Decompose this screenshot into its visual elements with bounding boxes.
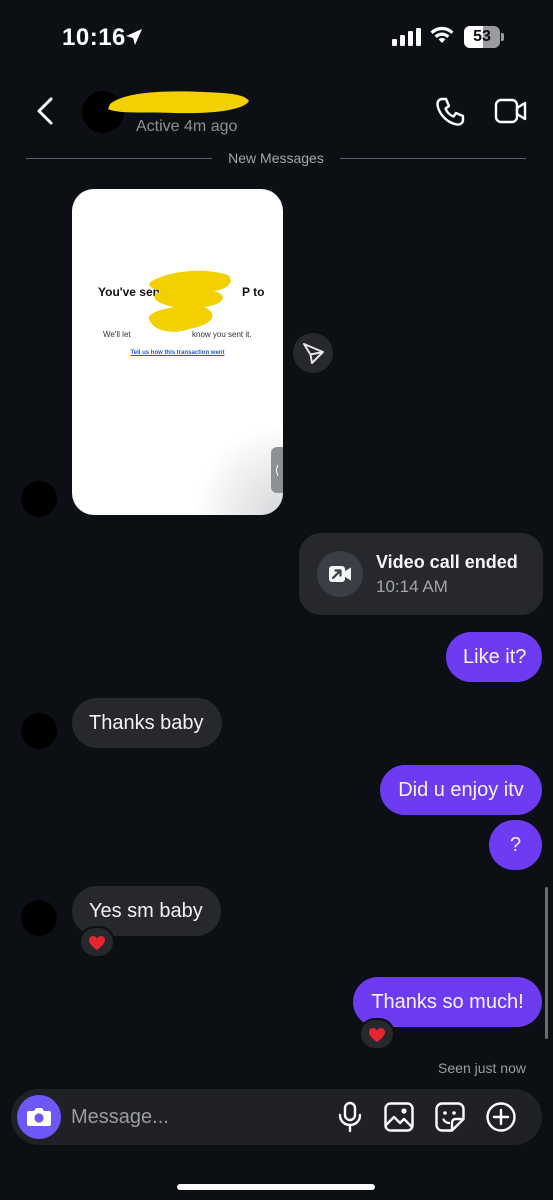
call-card-title: Video call ended [376, 552, 518, 572]
video-call-icon [329, 566, 351, 582]
outgoing-message[interactable]: Did u enjoy itv [380, 765, 542, 815]
new-messages-divider: New Messages [26, 150, 526, 168]
wifi-icon [430, 26, 454, 43]
send-icon [303, 343, 324, 364]
plus-circle-icon[interactable] [485, 1101, 517, 1133]
signal-icon [392, 28, 421, 46]
name-redaction [108, 91, 249, 114]
screenshot-shade [193, 425, 283, 515]
screenshot-redaction [148, 270, 231, 332]
microphone-icon[interactable] [337, 1101, 363, 1133]
phone-icon[interactable] [434, 96, 466, 128]
screenshot-link: Tell us how this transaction went [130, 350, 225, 356]
call-card-time: 10:14 AM [376, 577, 448, 596]
heart-reaction[interactable] [79, 926, 115, 958]
scrollbar[interactable] [545, 887, 548, 1039]
heart-reaction[interactable] [359, 1018, 395, 1050]
home-indicator[interactable] [177, 1184, 375, 1190]
status-bar: 10:16 53 [0, 0, 553, 76]
chevron-left-icon[interactable] [34, 96, 56, 126]
battery-indicator: 53 [464, 26, 504, 48]
seen-status: Seen just now [438, 1060, 526, 1076]
heart-icon [89, 936, 105, 950]
incoming-message[interactable]: Thanks baby [72, 698, 222, 748]
outgoing-message[interactable]: Like it? [446, 632, 542, 682]
shared-screenshot[interactable]: You've sent P to We'll let know you sent… [72, 189, 283, 515]
status-time: 10:16 [62, 24, 126, 51]
camera-icon [27, 1108, 51, 1126]
active-status: Active 4m ago [136, 118, 238, 135]
screenshot-handle[interactable]: ⟨ [271, 447, 283, 493]
sticker-icon[interactable] [434, 1101, 466, 1133]
gallery-icon[interactable] [383, 1101, 415, 1133]
video-call-card[interactable]: Video call ended 10:14 AM [299, 533, 543, 615]
video-camera-icon[interactable] [494, 96, 528, 126]
sender-avatar[interactable] [21, 900, 57, 936]
screenshot-title-end: P to [242, 285, 265, 299]
location-arrow-icon [126, 29, 142, 45]
chat-header: Active 4m ago [0, 76, 553, 148]
outgoing-message[interactable]: ? [489, 820, 542, 870]
call-card-icon-wrap [317, 551, 363, 597]
camera-button[interactable] [17, 1095, 61, 1139]
screenshot-subtitle: We'll let [103, 330, 131, 339]
battery-level: 53 [473, 28, 491, 45]
sender-avatar[interactable] [21, 481, 57, 517]
heart-icon [369, 1028, 385, 1042]
message-input[interactable] [71, 1097, 321, 1137]
message-composer [11, 1089, 542, 1145]
share-button[interactable] [293, 333, 333, 373]
sender-avatar[interactable] [21, 713, 57, 749]
